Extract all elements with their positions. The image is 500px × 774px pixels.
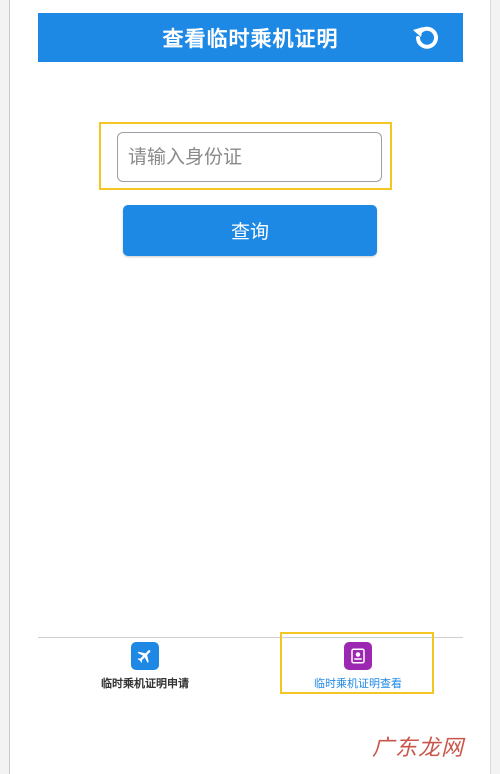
tab-label: 临时乘机证明查看 (314, 677, 402, 690)
watermark-logo: 广东龙网 (371, 736, 464, 761)
divider (9, 0, 10, 774)
refresh-icon (413, 26, 438, 49)
tab-apply-certificate[interactable]: 临时乘机证明申请 (80, 642, 210, 692)
id-number-input[interactable] (117, 132, 382, 182)
page-title: 查看临时乘机证明 (162, 26, 339, 51)
refresh-button[interactable] (409, 21, 443, 55)
certificate-icon (344, 642, 372, 670)
header-bar: 查看临时乘机证明 (38, 13, 463, 62)
query-button[interactable]: 查询 (123, 205, 377, 256)
airplane-icon (131, 642, 159, 670)
tab-view-certificate[interactable]: 临时乘机证明查看 (283, 632, 433, 692)
tab-label: 临时乘机证明申请 (101, 677, 189, 690)
divider (490, 0, 491, 774)
